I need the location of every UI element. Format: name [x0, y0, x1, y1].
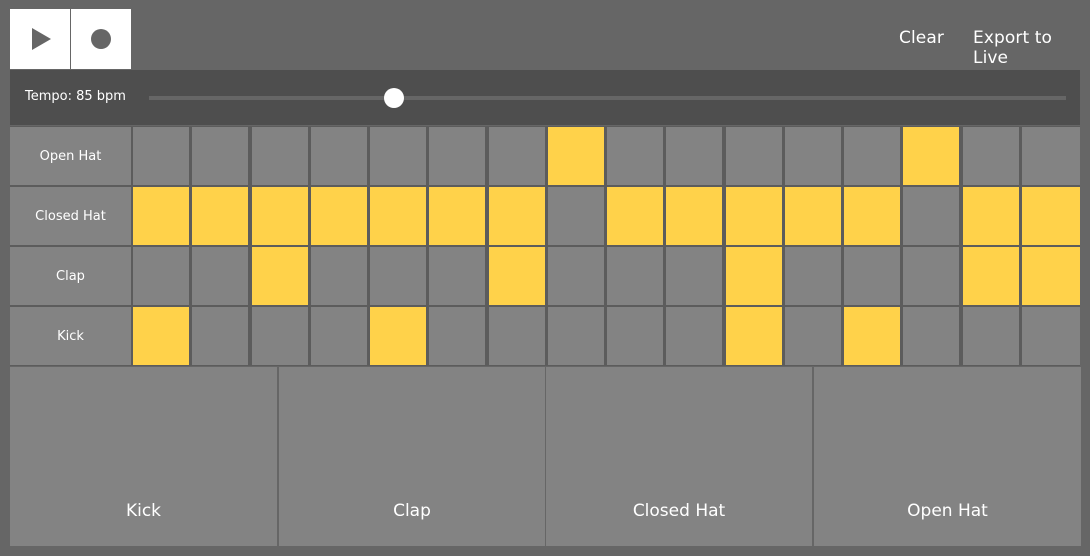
step-cell[interactable]: [726, 247, 782, 305]
play-icon: [32, 28, 51, 50]
drum-pad[interactable]: Kick: [10, 367, 277, 546]
step-cell[interactable]: [429, 127, 485, 185]
step-cell[interactable]: [370, 187, 426, 245]
pad-label: Kick: [125, 501, 162, 521]
sequencer-row: Kick: [10, 306, 1080, 366]
pad-label: Closed Hat: [632, 501, 726, 521]
tempo-slider[interactable]: [149, 96, 1066, 100]
step-cell[interactable]: [311, 127, 367, 185]
step-cell[interactable]: [489, 127, 545, 185]
step-cell[interactable]: [489, 307, 545, 365]
step-cell[interactable]: [252, 247, 308, 305]
export-to-live-button[interactable]: Export to Live: [973, 28, 1090, 68]
step-cell[interactable]: [192, 307, 248, 365]
step-cell[interactable]: [429, 307, 485, 365]
step-cell[interactable]: [311, 307, 367, 365]
step-cell[interactable]: [666, 187, 722, 245]
row-label: Clap: [10, 247, 131, 305]
step-cell[interactable]: [903, 247, 959, 305]
step-cell[interactable]: [370, 307, 426, 365]
step-cell[interactable]: [666, 247, 722, 305]
step-cell[interactable]: [607, 127, 663, 185]
step-cell[interactable]: [489, 187, 545, 245]
step-cell[interactable]: [489, 247, 545, 305]
step-cell[interactable]: [370, 127, 426, 185]
step-cell[interactable]: [844, 247, 900, 305]
play-button[interactable]: [10, 9, 70, 69]
step-cell[interactable]: [192, 127, 248, 185]
step-cell[interactable]: [963, 127, 1019, 185]
step-cell[interactable]: [963, 307, 1019, 365]
step-cell[interactable]: [1022, 187, 1080, 245]
pad-label: Clap: [393, 501, 431, 521]
step-cell[interactable]: [133, 247, 189, 305]
step-cell[interactable]: [844, 187, 900, 245]
step-cell[interactable]: [370, 247, 426, 305]
step-cell[interactable]: [133, 187, 189, 245]
tempo-bar: Tempo: 85 bpm: [10, 70, 1080, 125]
sequencer-row: Open Hat: [10, 126, 1080, 186]
step-cell[interactable]: [252, 127, 308, 185]
clear-button[interactable]: Clear: [899, 28, 944, 48]
step-cell[interactable]: [607, 247, 663, 305]
step-cell[interactable]: [844, 307, 900, 365]
pad-label: Open Hat: [907, 501, 988, 521]
step-cell[interactable]: [252, 187, 308, 245]
step-cell[interactable]: [607, 187, 663, 245]
step-cell[interactable]: [252, 307, 308, 365]
step-cell[interactable]: [1022, 307, 1080, 365]
step-cell[interactable]: [903, 307, 959, 365]
drum-pad[interactable]: Open Hat: [814, 367, 1081, 546]
step-cell[interactable]: [666, 307, 722, 365]
step-cell[interactable]: [548, 127, 604, 185]
step-cell[interactable]: [192, 247, 248, 305]
record-button[interactable]: [71, 9, 131, 69]
drum-pads: Kick Clap Closed Hat Open Hat: [10, 367, 1081, 546]
step-cell[interactable]: [666, 127, 722, 185]
step-cell[interactable]: [429, 187, 485, 245]
row-label: Closed Hat: [10, 187, 131, 245]
drum-pad[interactable]: Closed Hat: [546, 367, 812, 546]
sequencer-row: Closed Hat: [10, 186, 1080, 246]
step-cell[interactable]: [548, 247, 604, 305]
step-cell[interactable]: [903, 127, 959, 185]
toolbar: Clear Export to Live: [0, 0, 1090, 70]
step-cell[interactable]: [548, 307, 604, 365]
step-cell[interactable]: [548, 187, 604, 245]
step-cell[interactable]: [785, 307, 841, 365]
tempo-label: Tempo: 85 bpm: [25, 89, 126, 104]
step-cell[interactable]: [726, 187, 782, 245]
row-label: Kick: [10, 307, 131, 365]
record-icon: [91, 29, 111, 49]
step-cell[interactable]: [726, 307, 782, 365]
step-cell[interactable]: [311, 247, 367, 305]
step-cell[interactable]: [785, 247, 841, 305]
step-cell[interactable]: [963, 247, 1019, 305]
step-cell[interactable]: [311, 187, 367, 245]
tempo-slider-thumb[interactable]: [383, 88, 404, 108]
sequencer-row: Clap: [10, 246, 1080, 306]
drum-pad[interactable]: Clap: [279, 367, 545, 546]
step-cell[interactable]: [844, 127, 900, 185]
step-cell[interactable]: [903, 187, 959, 245]
step-cell[interactable]: [133, 307, 189, 365]
step-cell[interactable]: [1022, 247, 1080, 305]
step-sequencer-grid: Open Hat Closed Hat Clap Kick: [10, 126, 1080, 366]
step-cell[interactable]: [607, 307, 663, 365]
step-cell[interactable]: [726, 127, 782, 185]
step-cell[interactable]: [429, 247, 485, 305]
step-cell[interactable]: [963, 187, 1019, 245]
step-cell[interactable]: [785, 187, 841, 245]
step-cell[interactable]: [133, 127, 189, 185]
step-cell[interactable]: [785, 127, 841, 185]
step-cell[interactable]: [192, 187, 248, 245]
row-label: Open Hat: [10, 127, 131, 185]
step-cell[interactable]: [1022, 127, 1080, 185]
